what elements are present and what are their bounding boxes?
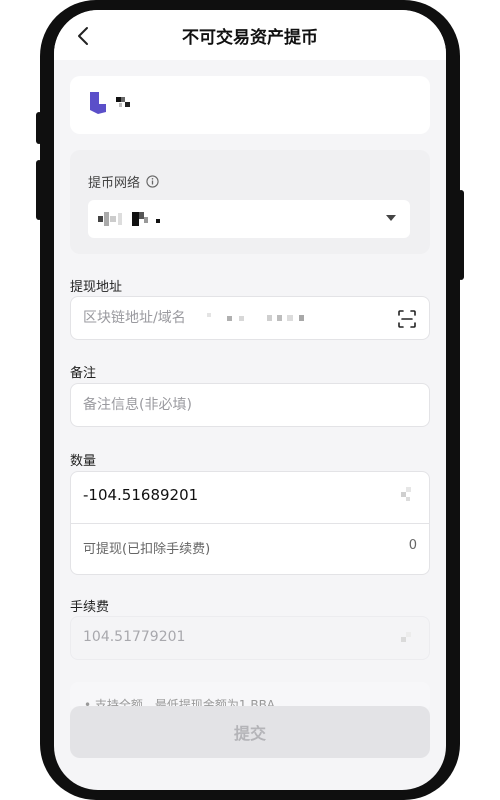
page-title: 不可交易资产提币 [182, 27, 318, 48]
back-button[interactable] [72, 24, 96, 48]
network-card: 提币网络 [70, 150, 430, 254]
network-label-row: 提币网络 [88, 172, 159, 191]
memo-label: 备注 [70, 366, 97, 381]
available-label: 可提现(已扣除手续费) [83, 542, 211, 557]
quantity-label: 数量 [70, 454, 97, 469]
fee-field: 104.51779201 [70, 616, 430, 660]
quantity-divider [71, 523, 429, 524]
network-select[interactable] [88, 200, 410, 238]
coin-card[interactable] [70, 76, 430, 134]
header-bar: 不可交易资产提币 [54, 10, 446, 60]
address-field[interactable] [70, 296, 430, 340]
memo-field[interactable] [70, 383, 430, 427]
info-icon[interactable] [146, 175, 159, 188]
submit-button[interactable]: 提交 [70, 706, 430, 758]
available-value: 0 [408, 538, 417, 553]
quantity-value[interactable]: -104.51689201 [83, 486, 198, 504]
scan-icon[interactable] [397, 309, 417, 329]
address-input[interactable] [83, 297, 383, 339]
app-screen: 不可交易资产提币 提币网络 提现地址 区块链地址/域名 备注 备注信息(非必填)… [54, 10, 446, 790]
network-label: 提币网络 [88, 176, 141, 191]
address-label: 提现地址 [70, 280, 123, 295]
coin-logo-icon [90, 92, 106, 114]
fee-label: 手续费 [70, 600, 110, 615]
submit-label: 提交 [233, 726, 266, 743]
caret-down-icon [386, 215, 396, 221]
fee-value: 104.51779201 [83, 629, 186, 645]
quantity-field[interactable]: -104.51689201 可提现(已扣除手续费) 0 [70, 471, 430, 575]
chevron-left-icon [78, 27, 88, 45]
memo-input[interactable] [83, 384, 383, 426]
